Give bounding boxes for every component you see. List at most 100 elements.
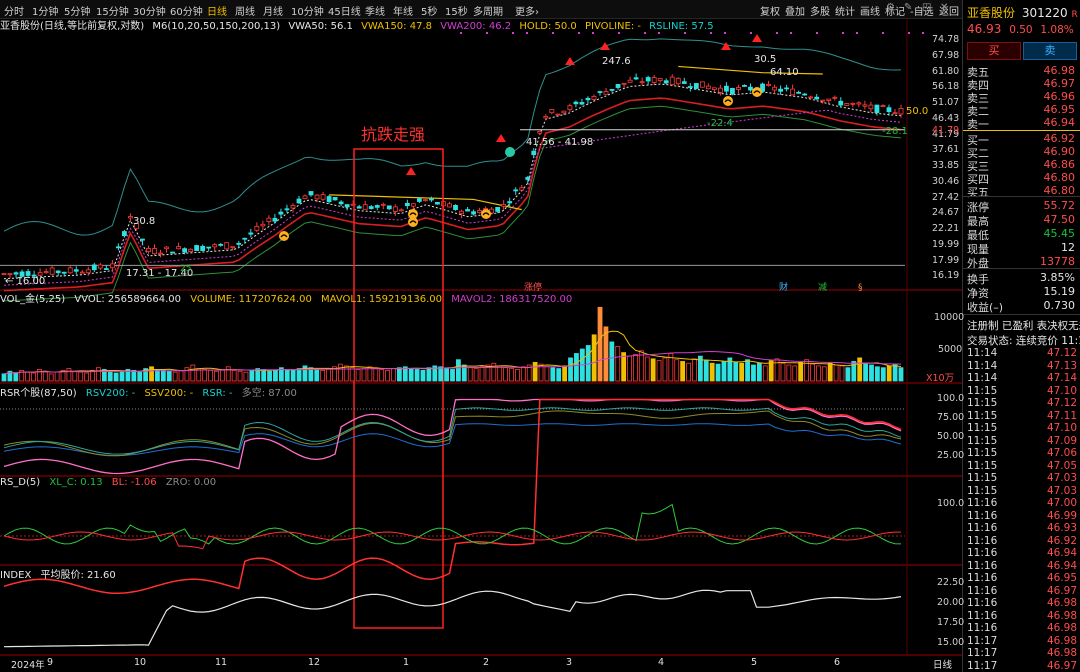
- stat2-value: 15.19: [1043, 285, 1076, 298]
- signal-dot: [526, 32, 528, 34]
- ask-row-5: 卖五 46.98: [963, 64, 1080, 79]
- trading-status: 交易状态: 连续竞价 11:17: [967, 335, 1080, 347]
- volume-bar: [243, 371, 249, 382]
- volume-bar: [845, 367, 851, 382]
- trade-time: 11:15: [967, 459, 998, 472]
- sell-signal-4: [600, 42, 610, 50]
- trade-price: 47.13: [1046, 359, 1077, 372]
- stat2-row: 收益(–) 0.730: [963, 299, 1080, 314]
- trade-price: 47.03: [1046, 472, 1077, 484]
- volume-bar: [715, 363, 721, 382]
- quote-panel: 亚香股份 301220 R 46.93 0.50 1.08% 买 卖 卖五 46.…: [962, 0, 1080, 672]
- vol-axis-tick: 5000: [938, 344, 963, 355]
- stat-row: 最低 45.45: [963, 227, 1080, 242]
- stock-suffix: R: [1071, 10, 1078, 20]
- candle-body: [398, 209, 404, 212]
- candle-body: [525, 177, 531, 180]
- stat2-value: 3.85%: [1040, 271, 1075, 284]
- candle-body: [850, 102, 856, 105]
- trade-row: 11:17 46.97: [963, 660, 1080, 672]
- candle-body: [862, 104, 868, 107]
- candle-body: [109, 263, 115, 269]
- buy-signal-1: [279, 231, 289, 241]
- trade-row: 11:15 47.05: [963, 460, 1080, 472]
- candle-body: [320, 194, 326, 200]
- trade-price: 47.09: [1046, 434, 1077, 447]
- volume-bar: [31, 372, 36, 382]
- volume-bar: [438, 366, 444, 382]
- volume-bar: [379, 369, 385, 382]
- volume-bar: [349, 367, 355, 382]
- rsr-rsr: RSR: -: [202, 388, 233, 399]
- buy-button[interactable]: 买: [967, 42, 1021, 60]
- stat2-value: 0.730: [1043, 299, 1076, 312]
- stat2-row: 净资 15.19: [963, 285, 1080, 300]
- rsr-axis-tick: 25.00: [937, 450, 965, 461]
- rsr-series: [0, 398, 905, 595]
- volume-bar: [780, 362, 786, 382]
- candle-body: [128, 216, 133, 219]
- trade-time: 11:16: [967, 559, 998, 572]
- trade-time: 11:16: [967, 609, 998, 622]
- chart-canvas[interactable]: 抗跌走强30.817.31 - 17.40← 16.0041.56 - 41.9…: [0, 0, 962, 672]
- trade-time: 11:15: [967, 472, 998, 484]
- candle-body: [633, 77, 639, 80]
- rsr-duokong: 多空: 87.00: [241, 388, 297, 399]
- candle-body: [838, 100, 844, 106]
- rsr-name: RSR个股(87,50): [0, 388, 77, 399]
- volume-bar: [544, 366, 550, 382]
- candle-body: [254, 225, 260, 231]
- candle-body: [766, 83, 771, 86]
- vol-volume: VOLUME: 117207624.00: [190, 294, 312, 305]
- volume-bar: [385, 369, 390, 382]
- trade-row: 11:15 47.12: [963, 397, 1080, 409]
- sell-signal-1: [406, 167, 416, 175]
- rsr-axis-tick: 100.0: [937, 393, 965, 404]
- candle-body: [543, 115, 549, 119]
- candle-body: [645, 77, 651, 82]
- trade-price: 47.00: [1046, 497, 1077, 509]
- bid-label: 买五: [967, 186, 989, 199]
- candle-body: [356, 206, 362, 209]
- vol-mavol2: MAVOL2: 186317520.00: [451, 294, 573, 305]
- pivot-line-2: [678, 65, 823, 75]
- rsr-pink-line: [3, 398, 902, 475]
- main-axis-tick: 16.19: [932, 270, 960, 282]
- main-axis-tick: 67.98: [932, 49, 960, 61]
- volume-bar: [473, 368, 479, 382]
- volume-bar: [456, 359, 461, 382]
- candle-body: [892, 112, 898, 115]
- candle-body: [844, 103, 850, 106]
- volume-bar: [703, 360, 709, 382]
- ask-row-1: 卖一 46.94: [963, 116, 1080, 131]
- trade-row: 11:15 47.10: [963, 385, 1080, 397]
- main-axis-tick: 74.78: [932, 34, 960, 45]
- signal-dot: [750, 32, 752, 34]
- candle-body: [585, 97, 591, 101]
- low-label-mid: -22.4: [707, 118, 733, 129]
- volume-bar: [786, 364, 792, 382]
- main-axis-tick: 19.99: [932, 238, 960, 250]
- buy-signal-5: [723, 96, 733, 106]
- ma200-line: [3, 97, 902, 292]
- low-label-right: -28.1: [882, 126, 908, 137]
- candle-body: [296, 198, 302, 204]
- stock-change: 0.50: [1009, 24, 1033, 36]
- upper-band-line: [3, 38, 902, 236]
- candle-body: [796, 91, 802, 94]
- candle-body: [79, 271, 85, 274]
- volume-bar: [886, 365, 892, 382]
- volume-bar: [756, 362, 762, 382]
- trade-time: 11:14: [967, 347, 998, 359]
- candle-body: [410, 203, 416, 207]
- candle-body: [200, 245, 206, 251]
- index-axis-tick: 15.00: [937, 637, 965, 648]
- volume-bar: [479, 366, 485, 382]
- sell-signal-5: [721, 42, 731, 50]
- trade-time: 11:16: [967, 522, 998, 534]
- volume-bar: [13, 372, 19, 382]
- candle-body: [868, 104, 874, 110]
- sell-button[interactable]: 卖: [1023, 42, 1077, 60]
- candle-body: [1, 273, 7, 275]
- volume-bar: [391, 368, 396, 382]
